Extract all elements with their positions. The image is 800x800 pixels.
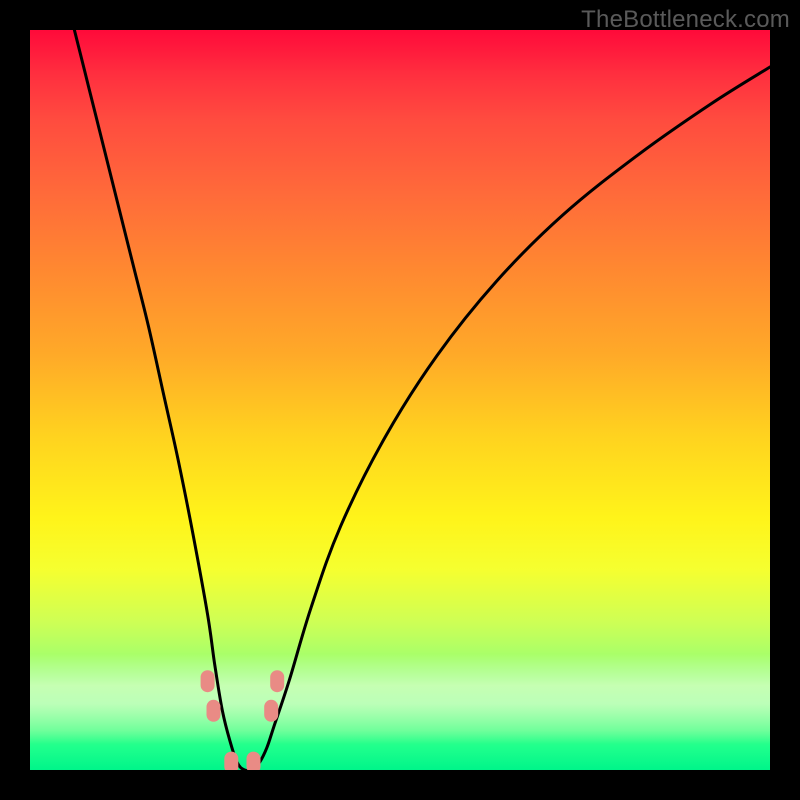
marker-group (201, 670, 285, 770)
curve-layer (30, 30, 770, 770)
marker-bottom-r (247, 752, 261, 770)
marker-left-up (201, 670, 215, 692)
marker-left-mid (207, 700, 221, 722)
bottleneck-curve (74, 30, 770, 770)
marker-right-up (270, 670, 284, 692)
plot-area (30, 30, 770, 770)
chart-frame: TheBottleneck.com (0, 0, 800, 800)
watermark-text: TheBottleneck.com (581, 6, 790, 34)
marker-right-mid (264, 700, 278, 722)
marker-bottom-l (224, 752, 238, 770)
